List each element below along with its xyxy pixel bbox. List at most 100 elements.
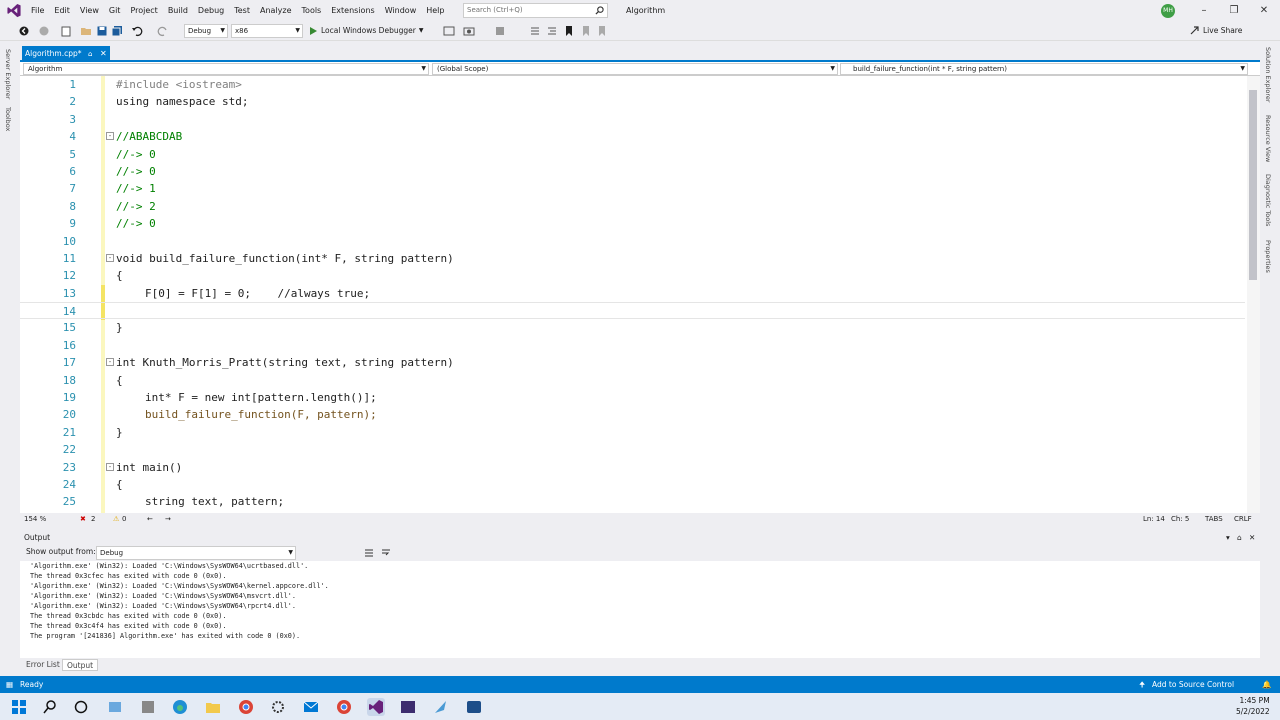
current-code-line[interactable]: 14 [20, 302, 1245, 320]
code-line[interactable]: 5 //-> 0 [20, 146, 1245, 163]
nav-forward-icon[interactable]: → [165, 513, 171, 526]
menu-extensions[interactable]: Extensions [326, 0, 379, 21]
back-icon[interactable] [18, 25, 30, 37]
bookmark-prev-icon[interactable] [580, 25, 592, 37]
close-icon[interactable]: ✕ [1249, 0, 1279, 21]
code-line[interactable]: 17 - int Knuth_Morris_Pratt(string text, s… [20, 354, 1245, 371]
live-share-button[interactable]: Live Share [1190, 21, 1242, 41]
bookmark-icon[interactable] [563, 25, 575, 37]
properties-tab[interactable]: Properties [1264, 240, 1272, 273]
menu-help[interactable]: Help [421, 0, 449, 21]
code-line[interactable]: 3 [20, 111, 1245, 128]
zoom-level[interactable]: 154 % [24, 513, 46, 526]
solution-explorer-tab[interactable]: Solution Explorer [1264, 47, 1272, 103]
code-line[interactable]: 1 #include <iostream> [20, 76, 1245, 93]
toolbox-tab[interactable]: Toolbox [4, 107, 12, 131]
menu-test[interactable]: Test [229, 0, 255, 21]
app-icon[interactable] [139, 698, 157, 716]
code-line[interactable]: 4 -//ABABCDAB [20, 128, 1245, 145]
save-all-icon[interactable] [111, 25, 123, 37]
code-line[interactable]: 22 [20, 441, 1245, 458]
resource-view-tab[interactable]: Resource View [1264, 115, 1272, 162]
search-icon[interactable] [41, 698, 59, 716]
window-app-icon[interactable] [465, 698, 483, 716]
save-icon[interactable] [96, 25, 108, 37]
notification-bell-icon[interactable]: 🔔 [1262, 676, 1271, 693]
scope-dropdown[interactable]: (Global Scope) ▼ [432, 63, 838, 75]
close-tab-icon[interactable]: ✕ [100, 46, 107, 62]
edge-icon[interactable] [171, 698, 189, 716]
windows-start-icon[interactable] [10, 698, 28, 716]
menu-debug[interactable]: Debug [193, 0, 229, 21]
menu-project[interactable]: Project [125, 0, 162, 21]
chevron-down-icon[interactable]: ▾ [1226, 531, 1230, 545]
code-line[interactable]: 19 int* F = new int[pattern.length()]; [20, 389, 1245, 406]
clear-all-icon[interactable] [363, 547, 375, 559]
word-wrap-icon[interactable] [380, 547, 392, 559]
code-line[interactable]: 11 - void build_failure_function(int* F, s… [20, 250, 1245, 267]
mail-icon[interactable] [302, 698, 320, 716]
redo-icon[interactable] [157, 25, 169, 37]
add-source-control-button[interactable]: Add to Source Control [1152, 676, 1234, 693]
code-line[interactable]: 20 build_failure_function(F, pattern); [20, 406, 1245, 423]
menu-window[interactable]: Window [380, 0, 422, 21]
line-indicator[interactable]: Ln: 14 [1143, 513, 1165, 526]
task-view-icon[interactable] [106, 698, 124, 716]
format-icon[interactable] [529, 25, 541, 37]
screenshot-icon[interactable] [463, 25, 475, 37]
pin-icon[interactable]: ⌂ [88, 46, 92, 62]
code-line[interactable]: 8 //-> 2 [20, 198, 1245, 215]
collapse-icon[interactable]: - [106, 358, 114, 367]
code-line[interactable]: 2 using namespace std; [20, 93, 1245, 110]
indent-icon[interactable] [546, 25, 558, 37]
undo-icon[interactable] [131, 25, 143, 37]
menu-file[interactable]: File [26, 0, 49, 21]
code-line[interactable]: 6 //-> 0 [20, 163, 1245, 180]
code-line[interactable]: 21} [20, 424, 1245, 441]
output-source-dropdown[interactable]: Debug ▼ [96, 546, 296, 560]
menu-edit[interactable]: Edit [49, 0, 75, 21]
settings-icon[interactable] [269, 698, 287, 716]
code-line[interactable]: 9 //-> 0 [20, 215, 1245, 232]
code-line[interactable]: 25 string text, pattern; [20, 493, 1245, 510]
restore-icon[interactable]: ❐ [1219, 0, 1249, 21]
forward-icon[interactable] [38, 25, 50, 37]
taskbar-clock[interactable]: 1:45 PM 5/2/2022 [1236, 695, 1270, 717]
server-explorer-tab[interactable]: Server Explorer [4, 49, 12, 99]
code-line[interactable]: 24 { [20, 476, 1245, 493]
terminal-icon[interactable] [399, 698, 417, 716]
column-indicator[interactable]: Ch: 5 [1171, 513, 1189, 526]
close-icon[interactable]: ✕ [1249, 531, 1255, 545]
cortana-icon[interactable] [72, 698, 90, 716]
project-dropdown[interactable]: Algorithm ▼ [23, 63, 429, 75]
chrome-profile-icon[interactable] [335, 698, 353, 716]
start-debugging-button[interactable]: Local Windows Debugger ▼ [308, 24, 423, 38]
code-line[interactable]: 15} [20, 319, 1245, 336]
menu-build[interactable]: Build [163, 0, 193, 21]
code-line[interactable]: 23 - int main() [20, 459, 1245, 476]
code-line[interactable]: 10 [20, 233, 1245, 250]
hot-reload-icon[interactable] [494, 25, 506, 37]
menu-view[interactable]: View [75, 0, 104, 21]
avatar[interactable]: MH [1161, 4, 1175, 18]
open-folder-icon[interactable] [80, 25, 92, 37]
code-line[interactable]: 13 F[0] = F[1] = 0; //always true; [20, 285, 1245, 302]
menu-git[interactable]: Git [104, 0, 126, 21]
code-line[interactable]: 12 { [20, 267, 1245, 284]
collapse-icon[interactable]: - [106, 253, 114, 262]
code-editor[interactable]: 1 #include <iostream> 2 using namespace st… [20, 76, 1260, 513]
indentation-indicator[interactable]: TABS [1205, 513, 1223, 526]
chrome-icon[interactable] [237, 698, 255, 716]
code-line[interactable]: 16 [20, 337, 1245, 354]
tab-output[interactable]: Output [62, 659, 99, 671]
editor-scrollbar[interactable] [1247, 76, 1260, 513]
collapse-icon[interactable]: - [106, 462, 114, 471]
pin-icon[interactable]: ⌂ [1237, 531, 1242, 545]
tab-algorithm-cpp[interactable]: Algorithm.cpp* ⌂ ✕ [22, 46, 110, 62]
output-log[interactable]: 'Algorithm.exe' (Win32): Loaded 'C:\Wind… [20, 561, 1260, 658]
menu-analyze[interactable]: Analyze [255, 0, 297, 21]
feather-app-icon[interactable] [432, 698, 450, 716]
new-project-icon[interactable] [60, 25, 72, 37]
collapse-icon[interactable]: - [106, 132, 114, 141]
member-dropdown[interactable]: build_failure_function(int * F, string p… [840, 63, 1248, 75]
